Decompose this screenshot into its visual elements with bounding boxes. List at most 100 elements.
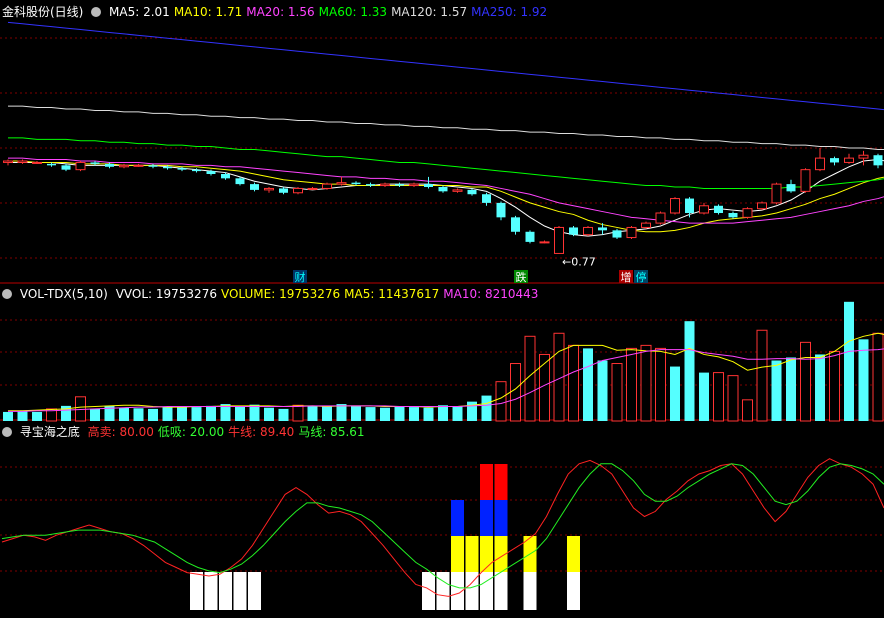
candle xyxy=(771,182,782,205)
volume-legend-item-2: MA5: 11437617 xyxy=(344,287,440,301)
candle-body xyxy=(424,184,433,187)
volume-bar xyxy=(858,339,869,421)
candle-body xyxy=(119,164,129,168)
indicator-icon[interactable] xyxy=(2,427,12,437)
candle-body xyxy=(583,226,593,236)
horse-line xyxy=(1,463,884,589)
ma-legend-item-4: MA120: 1.57 xyxy=(391,5,468,19)
indicator-chart[interactable] xyxy=(1,458,884,610)
event-tag: 增 xyxy=(619,270,633,284)
candle xyxy=(496,201,506,221)
candle xyxy=(800,168,811,193)
candle-body xyxy=(815,157,825,171)
candle xyxy=(133,163,144,167)
signal-block-yellow xyxy=(451,536,464,572)
price-chart[interactable]: ←0.77 财 跌 增停 xyxy=(3,21,884,284)
candle-body xyxy=(105,163,114,167)
candle xyxy=(322,182,332,190)
volume-legend-item-0: VVOL: 19753276 xyxy=(115,287,217,301)
ma-legend-item-3: MA60: 1.33 xyxy=(318,5,388,19)
candle xyxy=(525,230,535,244)
volume-bar xyxy=(206,405,216,421)
candle xyxy=(699,202,709,215)
candle xyxy=(858,150,869,166)
volume-bar xyxy=(771,360,782,421)
volume-bar xyxy=(249,404,260,421)
indicator-legend-item-0: 高卖: 80.00 xyxy=(87,425,154,439)
candle xyxy=(757,201,767,211)
grid-lines xyxy=(0,37,884,572)
ma-icon[interactable] xyxy=(91,7,102,17)
signal-bar xyxy=(219,572,232,610)
candle-body xyxy=(163,166,172,169)
price-header: 金科股份(日线) MA5: 2.01 MA10: 1.71 MA20: 1.56 MA… xyxy=(2,4,555,20)
volume-bar xyxy=(148,408,158,421)
candle xyxy=(641,221,651,229)
candle-body xyxy=(409,183,419,187)
candle-body xyxy=(873,155,883,166)
event-tag-label: 增 xyxy=(621,270,632,284)
candle-body xyxy=(670,198,680,214)
volume-bar xyxy=(495,381,507,422)
candle xyxy=(279,187,288,195)
candle-body xyxy=(830,158,839,163)
candle-body xyxy=(800,169,811,192)
volume-bar xyxy=(640,344,652,422)
signal-block-yellow xyxy=(480,536,493,572)
candle-body xyxy=(728,213,738,218)
candle-body xyxy=(366,184,375,186)
candle-body xyxy=(206,171,216,174)
candle xyxy=(61,163,71,172)
candle-body xyxy=(307,187,318,190)
candle xyxy=(685,197,694,218)
candle-body xyxy=(250,184,259,190)
candle xyxy=(873,153,883,169)
low-price-marker: ←0.77 xyxy=(562,255,596,268)
signal-block-white xyxy=(233,572,247,610)
signal-block-yellow xyxy=(465,536,479,572)
ma-line-ma60 xyxy=(8,137,884,189)
event-tag-label: 停 xyxy=(636,270,647,284)
candle xyxy=(32,161,42,164)
candle xyxy=(452,188,463,193)
candle-body xyxy=(3,160,13,163)
ma-legend-item-5: MA250: 1.92 xyxy=(471,5,548,19)
candle-body xyxy=(699,205,709,214)
candle-body xyxy=(655,212,666,224)
volume-bar xyxy=(713,372,724,422)
candle-body xyxy=(90,162,100,164)
volume-bar xyxy=(583,348,593,421)
volume-bar xyxy=(452,406,463,421)
signal-block-white xyxy=(422,572,435,610)
signal-block-white xyxy=(494,572,508,610)
volume-bar xyxy=(597,360,608,421)
candle-body xyxy=(511,217,520,232)
chart-canvas: ←0.77 财 跌 增停 xyxy=(0,21,884,610)
volume-bar xyxy=(177,406,187,421)
candle xyxy=(105,162,114,169)
volume-bar xyxy=(655,347,666,422)
volume-bar xyxy=(3,411,13,421)
candle-body xyxy=(771,183,782,204)
candle xyxy=(626,226,637,239)
signal-block-red xyxy=(494,464,508,500)
indicator-title: 寻宝海之底 xyxy=(19,425,80,439)
candle xyxy=(554,226,564,254)
signal-block-white xyxy=(204,572,218,610)
candle-body xyxy=(786,184,796,192)
signal-bar xyxy=(567,536,580,610)
candle xyxy=(815,148,825,172)
candle-body xyxy=(322,183,332,189)
volume-bar xyxy=(322,406,332,421)
volume-bar xyxy=(119,407,129,421)
volume-ma5-line xyxy=(8,332,884,412)
candle-body xyxy=(293,187,303,194)
candle xyxy=(148,163,158,169)
volume-bar xyxy=(510,363,521,422)
candle-body xyxy=(351,182,361,185)
volume-bar xyxy=(264,407,274,421)
volume-icon[interactable] xyxy=(2,289,12,299)
volume-legend-item-1: VOLUME: 19753276 xyxy=(220,287,341,301)
volume-bar xyxy=(568,344,579,422)
candle xyxy=(380,182,390,187)
